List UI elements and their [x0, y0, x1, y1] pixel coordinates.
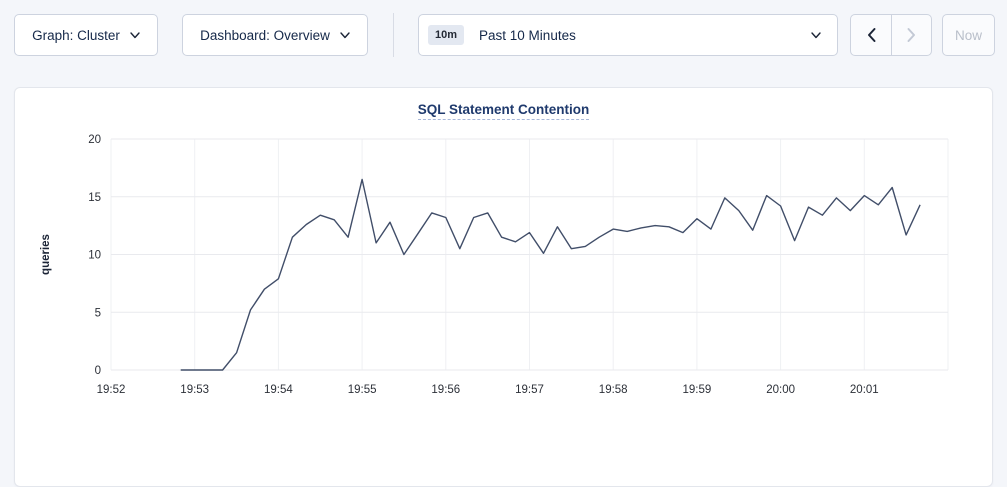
- time-range-label: Past 10 Minutes: [479, 28, 811, 43]
- svg-text:19:53: 19:53: [180, 384, 209, 396]
- svg-text:19:59: 19:59: [683, 384, 712, 396]
- chart-title[interactable]: SQL Statement Contention: [418, 102, 590, 120]
- chevron-right-icon: [906, 27, 917, 43]
- sql-contention-chart[interactable]: 19:52 19:53 19:54 19:55 19:56 19:57 19:58 19:59…: [15, 127, 994, 427]
- dashboard-dropdown[interactable]: Dashboard: Overview: [182, 14, 368, 56]
- chevron-down-icon: [340, 32, 350, 39]
- time-next-button[interactable]: [891, 15, 931, 55]
- toolbar-divider: [393, 13, 394, 57]
- chevron-down-icon: [811, 32, 821, 39]
- now-button[interactable]: Now: [942, 14, 995, 56]
- svg-text:19:58: 19:58: [599, 384, 628, 396]
- svg-text:19:52: 19:52: [97, 384, 126, 396]
- chart-title-row: SQL Statement Contention: [15, 88, 992, 127]
- svg-text:queries: queries: [40, 234, 52, 275]
- svg-text:0: 0: [95, 365, 101, 377]
- chart-card: SQL Statement Contention 19:52 19:53 19:54…: [14, 87, 993, 487]
- time-nav-group: [850, 14, 932, 56]
- dashboard-dropdown-label: Dashboard: Overview: [200, 28, 330, 43]
- chevron-left-icon: [866, 27, 877, 43]
- graph-dropdown[interactable]: Graph: Cluster: [14, 14, 158, 56]
- svg-text:20: 20: [88, 134, 101, 146]
- svg-text:19:57: 19:57: [515, 384, 544, 396]
- time-range-picker[interactable]: 10m Past 10 Minutes: [418, 14, 838, 56]
- svg-text:5: 5: [95, 307, 101, 319]
- toolbar: Graph: Cluster Dashboard: Overview 10m P…: [0, 0, 1007, 57]
- time-prev-button[interactable]: [851, 15, 891, 55]
- svg-text:19:55: 19:55: [348, 384, 377, 396]
- svg-text:20:01: 20:01: [850, 384, 879, 396]
- graph-dropdown-label: Graph: Cluster: [32, 28, 120, 43]
- chevron-down-icon: [130, 32, 140, 39]
- svg-text:19:56: 19:56: [431, 384, 460, 396]
- svg-text:10: 10: [88, 250, 101, 262]
- time-range-badge: 10m: [428, 25, 464, 45]
- svg-text:15: 15: [88, 192, 101, 204]
- svg-text:19:54: 19:54: [264, 384, 293, 396]
- svg-text:20:00: 20:00: [766, 384, 795, 396]
